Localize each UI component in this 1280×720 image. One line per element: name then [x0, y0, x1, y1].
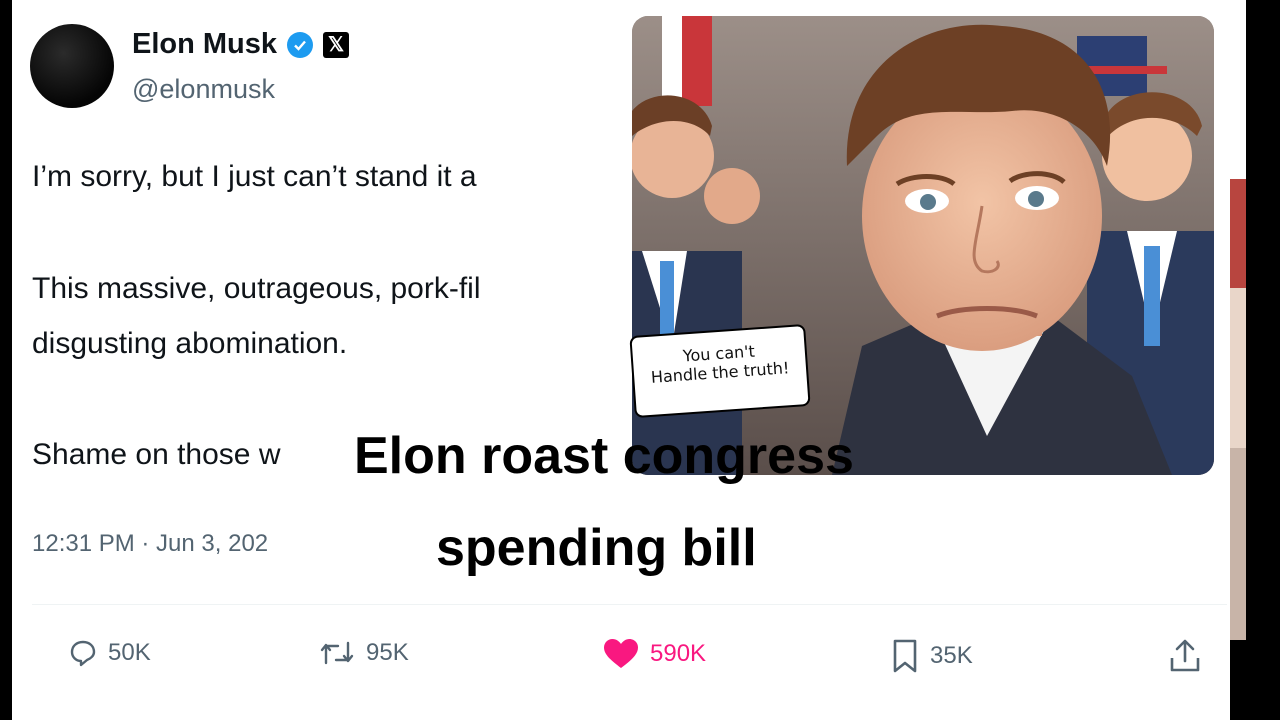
author-name-row: Elon Musk 𝕏	[132, 28, 350, 61]
avatar[interactable]	[30, 24, 114, 108]
like-count: 590K	[650, 640, 707, 667]
right-edge-image-strip	[1230, 0, 1246, 640]
bookmark-icon	[893, 639, 917, 673]
share-button[interactable]	[1168, 638, 1202, 674]
repost-icon	[320, 641, 354, 665]
x-logo-icon: 𝕏	[323, 31, 350, 58]
reply-button[interactable]: 50K	[68, 638, 151, 668]
bookmark-count: 35K	[930, 642, 973, 669]
overlay-title-line-2: spending bill	[436, 519, 757, 577]
verified-badge-icon	[287, 31, 314, 58]
repost-count: 95K	[366, 639, 409, 666]
overlay-title-line-1: Elon roast congress	[354, 427, 854, 485]
like-icon	[604, 639, 638, 668]
author-name[interactable]: Elon Musk	[132, 28, 277, 61]
right-edge-black	[1230, 640, 1280, 720]
tweet-text-line-2: This massive, outrageous, pork-fil	[32, 272, 481, 305]
repost-button[interactable]: 95K	[318, 638, 409, 668]
like-button[interactable]: 590K	[602, 638, 706, 670]
reply-icon	[70, 640, 96, 667]
tweet-timestamp[interactable]: 12:31 PM · Jun 3, 202	[32, 530, 268, 558]
tweet-text-line-4: Shame on those w	[32, 438, 281, 471]
reply-count: 50K	[108, 639, 151, 666]
divider	[32, 604, 1227, 605]
speech-bubble: You can't Handle the truth!	[629, 323, 811, 419]
tweet-card: Elon Musk 𝕏 @elonmusk I’m sorry, but I j…	[12, 0, 1230, 720]
share-icon	[1170, 639, 1200, 672]
author-handle[interactable]: @elonmusk	[132, 74, 275, 105]
tweet-text-line-1: I’m sorry, but I just can’t stand it a	[32, 160, 477, 193]
bookmark-button[interactable]: 35K	[890, 638, 973, 674]
tweet-text-line-3: disgusting abomination.	[32, 327, 348, 360]
